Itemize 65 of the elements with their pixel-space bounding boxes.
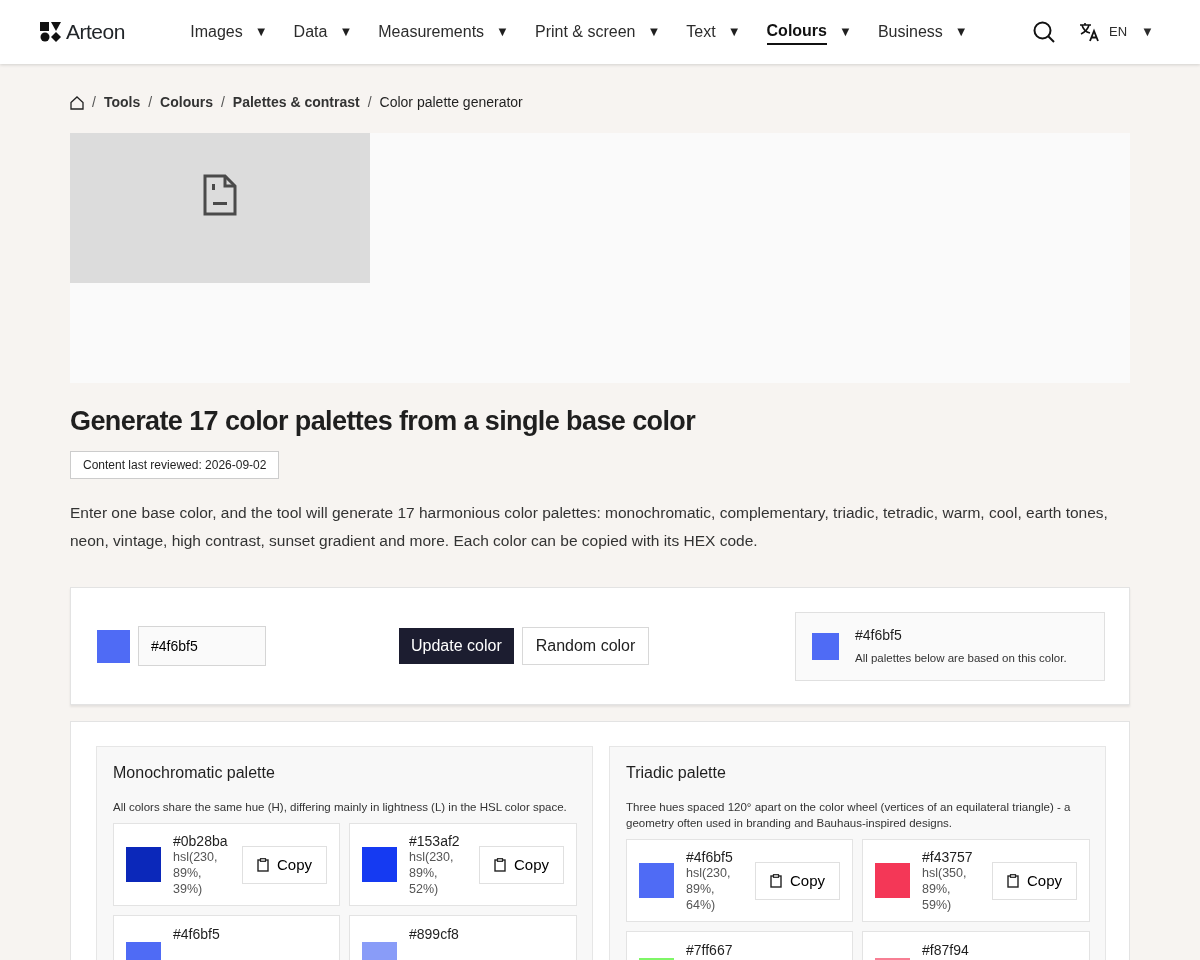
review-date-label: Content last reviewed: 2026-09-02 [70, 451, 280, 480]
hex-code: #899cf8 [409, 926, 459, 943]
random-color-button[interactable]: Random color [521, 627, 650, 666]
clipboard-icon [769, 873, 782, 888]
caret-icon[interactable]: ▼ [727, 22, 741, 42]
translate-icon [1079, 22, 1102, 42]
copy-button[interactable]: Copy [241, 845, 327, 884]
broken-page-icon [203, 174, 237, 216]
nav-link[interactable]: Images [190, 20, 243, 44]
language-selector[interactable]: EN ▼ [1079, 22, 1154, 42]
hex-code: #153af2 [409, 832, 461, 849]
caret-icon[interactable]: ▼ [954, 22, 968, 42]
palette-description: Three hues spaced 120° apart on the color wheel (vertices of an equilateral triangle) - a geometry often used in branding and Bauhaus-inspired designs. [626, 800, 1072, 832]
breadcrumb-current: Color palette generator [379, 93, 523, 112]
palette-description: All colors share the same hue (H), differing mainly in lightness (L) in the HSL color space. [113, 800, 568, 816]
caret-icon[interactable]: ▼ [339, 22, 353, 42]
page-title: Generate 17 color palettes from a single base color [70, 405, 697, 438]
home-icon[interactable] [70, 95, 84, 110]
breadcrumb-separator: / [220, 93, 225, 112]
palette-title: Monochromatic palette [113, 763, 276, 784]
hex-code: #4f6bf5 [173, 926, 220, 943]
current-hex-code: #4f6bf5 [855, 626, 903, 646]
nav-link[interactable]: Data [293, 20, 328, 44]
clipboard-icon [493, 857, 506, 872]
caret-icon[interactable]: ▼ [839, 22, 852, 42]
hsl-value: hsl(230, 89%, 39%) [173, 848, 219, 897]
caret-icon[interactable]: ▼ [1141, 22, 1154, 42]
current-color-note: All palettes below are based on this color. [855, 651, 1067, 667]
hsl-value: hsl(230, 89%, 64%) [686, 864, 732, 913]
breadcrumb-link[interactable]: Tools [103, 92, 141, 113]
nav-link[interactable]: Measurements [378, 20, 485, 44]
copy-button[interactable]: Copy [754, 861, 840, 900]
search-icon[interactable] [1033, 21, 1056, 43]
nav-link[interactable]: Text [686, 20, 716, 44]
breadcrumb-link[interactable]: Colours [160, 92, 213, 113]
breadcrumb-separator: / [92, 93, 96, 112]
intro-paragraph: Enter one base color, and the tool will generate 17 harmonious color palettes: monochromatic, complementary, triadic, tetradic, warm, cool, earth tones, neon, vintage, high contrast, sunset gradient and more. Each color can be copied with its HEX code. [70, 503, 1109, 552]
update-color-button[interactable]: Update color [399, 628, 514, 665]
clipboard-icon [1006, 873, 1019, 888]
brand-logo[interactable]: Arteon [40, 16, 125, 48]
clipboard-icon [256, 857, 269, 872]
hex-input-field[interactable]: #4f6bf5 [138, 626, 266, 667]
logo-icon [40, 22, 62, 42]
hex-code: #4f6bf5 [686, 848, 734, 865]
copy-button[interactable]: Copy [991, 861, 1077, 900]
hsl-value: hsl(350, 89%, 59%) [922, 864, 968, 913]
palette-title: Triadic palette [626, 763, 727, 784]
hex-code: #f87f94 [922, 942, 969, 959]
nav-link[interactable]: Print & screen [534, 20, 636, 44]
brand-name: Arteon [66, 19, 125, 46]
color-swatch-picker[interactable] [97, 629, 130, 663]
hsl-value: hsl(230, 89%, 52%) [409, 848, 455, 897]
color-swatch [812, 632, 839, 660]
copy-button[interactable]: Copy [478, 845, 564, 884]
nav-link[interactable]: Colours [766, 19, 827, 45]
caret-icon[interactable]: ▼ [254, 22, 268, 42]
hex-code: #7ff667 [686, 942, 733, 959]
breadcrumb-link[interactable]: Palettes & contrast [232, 92, 360, 113]
nav-link[interactable]: Business [877, 20, 943, 44]
hex-code: #f43757 [922, 848, 974, 865]
hex-code: #0b28ba [173, 832, 229, 849]
caret-icon[interactable]: ▼ [496, 22, 509, 42]
caret-icon[interactable]: ▼ [647, 22, 661, 42]
breadcrumb-separator: / [367, 93, 372, 112]
breadcrumb-separator: / [148, 93, 153, 112]
